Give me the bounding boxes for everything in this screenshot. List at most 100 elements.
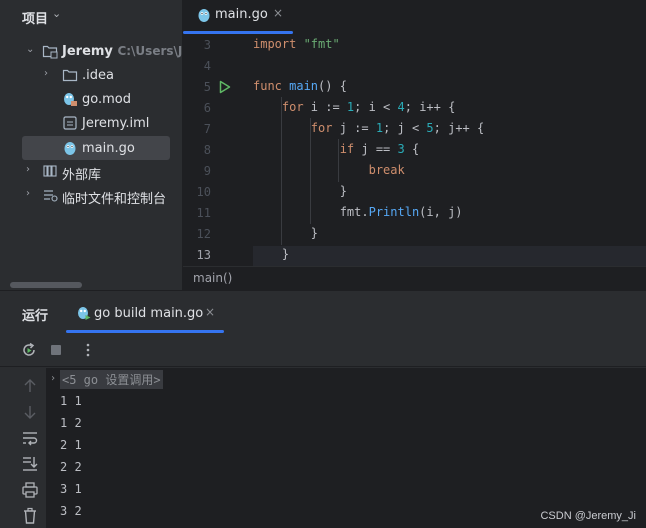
tab-label: go build main.go bbox=[94, 306, 204, 321]
close-icon[interactable]: × bbox=[273, 6, 283, 20]
code-token: ; j++ { bbox=[433, 121, 485, 135]
tree-item-path-hint: C:\Users\Jer bbox=[117, 44, 182, 58]
code-token: { bbox=[404, 142, 420, 156]
line-number: 12 bbox=[196, 227, 211, 241]
code-token: if bbox=[253, 142, 362, 156]
code-token: fmt. bbox=[253, 205, 369, 219]
project-title: 项目 bbox=[22, 12, 49, 27]
go-build-icon bbox=[78, 307, 91, 320]
chevron-right-icon[interactable]: › bbox=[26, 188, 30, 199]
run-tool-window: 运行 go build main.go × › <5 go 设置调用> 1 1 … bbox=[0, 290, 646, 528]
module-folder-icon bbox=[42, 45, 58, 59]
close-icon[interactable]: × bbox=[205, 305, 215, 319]
code-line: fmt.Println(i, j) bbox=[253, 202, 463, 223]
library-icon bbox=[43, 165, 57, 177]
console-output-line: 2 2 bbox=[60, 460, 82, 474]
code-line: break bbox=[253, 160, 405, 181]
tree-item-external-libraries[interactable]: › 外部库 bbox=[0, 161, 182, 183]
code-line: import "fmt" bbox=[253, 34, 340, 55]
more-options-icon[interactable] bbox=[79, 341, 97, 359]
code-token: (i, j) bbox=[419, 205, 463, 219]
scratches-icon bbox=[44, 190, 58, 202]
tree-item-label: Jeremy bbox=[62, 44, 113, 59]
go-file-icon bbox=[198, 9, 210, 22]
tree-item-label: Jeremy.iml bbox=[82, 116, 150, 131]
watermark: CSDN @Jeremy_Ji bbox=[540, 510, 636, 522]
tree-item-jeremy[interactable]: ⌄ Jeremy C:\Users\Jer bbox=[0, 41, 182, 63]
code-token: } bbox=[253, 184, 347, 198]
chevron-down-icon[interactable]: ⌄ bbox=[26, 44, 34, 55]
tree-item-go-mod[interactable]: go.mod bbox=[0, 89, 182, 111]
console-output-line: 3 1 bbox=[60, 482, 82, 496]
horizontal-scrollbar-thumb[interactable] bbox=[10, 282, 82, 288]
run-header: 运行 go build main.go × bbox=[0, 291, 646, 333]
line-number: 5 bbox=[203, 80, 211, 94]
code-token: i := bbox=[310, 100, 347, 114]
trash-icon[interactable] bbox=[20, 506, 40, 526]
code-line: } bbox=[253, 223, 318, 244]
print-icon[interactable] bbox=[20, 480, 40, 500]
stop-icon[interactable] bbox=[47, 341, 65, 359]
arrow-down-icon[interactable] bbox=[20, 402, 40, 422]
console-command-line[interactable]: <5 go 设置调用> bbox=[60, 370, 163, 389]
code-line: } bbox=[253, 181, 347, 202]
line-number: 11 bbox=[196, 206, 211, 220]
line-number-gutter[interactable]: 3 4 5 6 7 8 9 10 11 12 13 bbox=[183, 34, 253, 266]
code-token: 3 bbox=[397, 142, 405, 156]
tree-item-jeremy-iml[interactable]: Jeremy.iml bbox=[0, 113, 182, 135]
chevron-right-icon[interactable]: › bbox=[26, 164, 30, 175]
console-output[interactable]: › <5 go 设置调用> 1 1 1 2 2 1 2 2 3 1 3 2 bbox=[46, 368, 646, 528]
rerun-icon[interactable] bbox=[20, 341, 38, 359]
iml-file-icon bbox=[63, 116, 77, 130]
tree-item-label: main.go bbox=[82, 141, 135, 156]
project-header[interactable]: 项目 ⌄ bbox=[0, 0, 182, 32]
soft-wrap-icon[interactable] bbox=[20, 428, 40, 448]
tree-item-label: 临时文件和控制台 bbox=[62, 192, 167, 207]
code-token: "fmt" bbox=[303, 37, 340, 51]
code-token: 1 bbox=[375, 121, 384, 135]
tree-item-label: .idea bbox=[82, 68, 114, 83]
code-token: ; i++ bbox=[404, 100, 449, 114]
code-token: main bbox=[289, 79, 319, 93]
code-token: { bbox=[448, 100, 456, 114]
line-number: 9 bbox=[203, 164, 211, 178]
code-token: () { bbox=[318, 79, 347, 93]
code-token: import bbox=[253, 37, 304, 51]
tab-main-go[interactable]: main.go × bbox=[183, 0, 293, 34]
go-file-icon bbox=[64, 142, 76, 155]
code-line: for i := 1; i < 4; i++ { bbox=[253, 97, 455, 118]
code-token: for bbox=[253, 100, 311, 114]
code-editor[interactable]: main.go × 3 4 5 6 7 8 9 10 11 12 13 import "fmt" fu… bbox=[183, 0, 646, 290]
line-number: 10 bbox=[196, 185, 211, 199]
chevron-right-icon[interactable]: › bbox=[44, 68, 48, 79]
run-title: 运行 bbox=[22, 309, 49, 324]
code-line: } bbox=[253, 244, 289, 265]
code-token: } bbox=[253, 247, 290, 261]
tree-item-label: 外部库 bbox=[62, 168, 102, 183]
chevron-right-icon[interactable]: › bbox=[50, 373, 56, 384]
tree-item-scratches[interactable]: › 临时文件和控制台 bbox=[0, 185, 182, 207]
line-number: 7 bbox=[203, 122, 211, 136]
chevron-down-icon[interactable]: ⌄ bbox=[52, 7, 61, 20]
breadcrumb[interactable]: main() bbox=[193, 271, 232, 285]
run-icon[interactable] bbox=[219, 80, 231, 94]
scroll-to-end-icon[interactable] bbox=[20, 454, 40, 474]
code-area[interactable]: import "fmt" func main() { for i := 1; i … bbox=[253, 34, 646, 267]
code-token: j == bbox=[361, 142, 398, 156]
code-token: break bbox=[253, 163, 405, 177]
tree-item-main-go[interactable]: main.go bbox=[0, 136, 182, 160]
code-token: ; i < bbox=[354, 100, 398, 114]
code-token: func bbox=[253, 79, 290, 93]
tab-go-build[interactable]: go build main.go × bbox=[66, 297, 224, 333]
console-output-line: 2 1 bbox=[60, 438, 82, 452]
tree-item-idea[interactable]: › .idea bbox=[0, 65, 182, 87]
current-line-highlight bbox=[253, 246, 646, 267]
code-token: for bbox=[253, 121, 340, 135]
console-output-line: 1 2 bbox=[60, 416, 82, 430]
tree-item-label: go.mod bbox=[82, 92, 131, 107]
project-panel: 项目 ⌄ ⌄ Jeremy C:\Users\Jer › .idea go.mo… bbox=[0, 0, 182, 290]
code-line: func main() { bbox=[253, 76, 347, 97]
code-token: 5 bbox=[426, 121, 434, 135]
line-number: 8 bbox=[203, 143, 211, 157]
arrow-up-icon[interactable] bbox=[20, 376, 40, 396]
